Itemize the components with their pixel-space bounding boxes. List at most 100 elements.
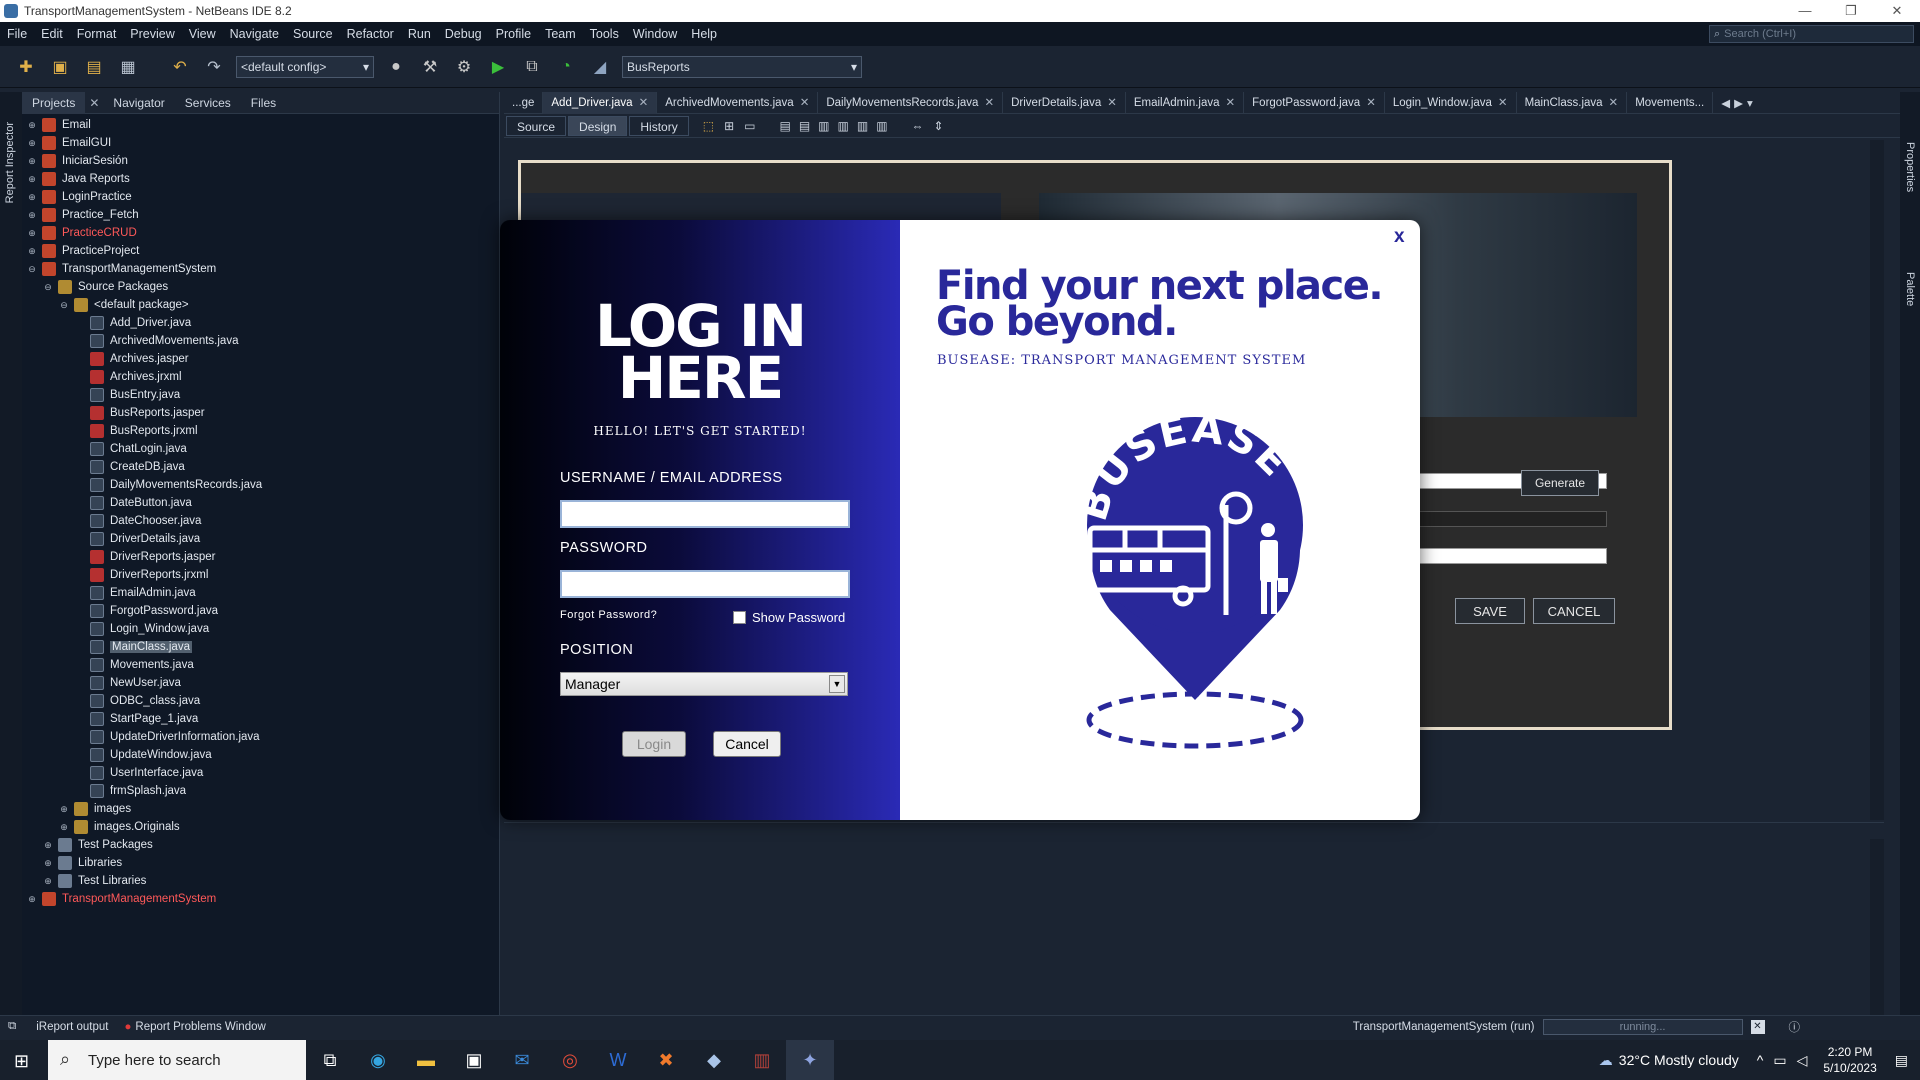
expand-icon[interactable]: ⊕: [42, 857, 54, 869]
tree-node[interactable]: ⊕ images: [22, 800, 499, 818]
preview-icon[interactable]: ▭: [744, 119, 755, 133]
tab-services[interactable]: Services: [175, 96, 241, 110]
redo-icon[interactable]: ↷: [202, 55, 226, 79]
winrar-icon[interactable]: ▥: [738, 1040, 786, 1080]
resize-vertical-icon[interactable]: ⇕: [934, 119, 944, 133]
align-bottom-icon[interactable]: ▥: [857, 119, 868, 133]
menu-run[interactable]: Run: [401, 27, 438, 41]
tree-node[interactable]: UserInterface.java: [22, 764, 499, 782]
open-project-icon[interactable]: ▤: [82, 55, 106, 79]
maximize-button[interactable]: ❐: [1828, 3, 1874, 19]
save-button[interactable]: SAVE: [1455, 598, 1525, 624]
report-inspector-tab[interactable]: Report Inspector: [4, 122, 16, 203]
tree-node[interactable]: Movements.java: [22, 656, 499, 674]
tree-node[interactable]: Archives.jasper: [22, 350, 499, 368]
network-icon[interactable]: ▭: [1773, 1052, 1786, 1069]
close-icon[interactable]: ✕: [1498, 97, 1508, 109]
tree-node[interactable]: ⊖ TransportManagementSystem: [22, 260, 499, 278]
tree-node[interactable]: ⊕ TransportManagementSystem: [22, 890, 499, 908]
run-icon[interactable]: ▶: [486, 55, 510, 79]
menu-file[interactable]: File: [0, 27, 34, 41]
notification-center-icon[interactable]: ▤: [1895, 1052, 1908, 1069]
config-select[interactable]: <default config> ▾: [236, 55, 374, 78]
word-icon[interactable]: W: [594, 1040, 642, 1080]
collapse-icon[interactable]: ⊖: [58, 299, 70, 311]
tree-node[interactable]: ArchivedMovements.java: [22, 332, 499, 350]
align-left-icon[interactable]: ▤: [779, 119, 790, 133]
close-window-button[interactable]: ✕: [1874, 3, 1920, 19]
maximize-panel-icon[interactable]: ⧉: [8, 1020, 16, 1033]
vertical-scrollbar[interactable]: [1870, 140, 1884, 820]
expand-icon[interactable]: ⊕: [26, 209, 38, 221]
selection-mode-icon[interactable]: ⬚: [703, 119, 714, 133]
close-icon[interactable]: ✕: [1107, 97, 1117, 109]
position-select[interactable]: Manager ▼: [560, 672, 848, 696]
menu-help[interactable]: Help: [684, 27, 724, 41]
menu-navigate[interactable]: Navigate: [223, 27, 286, 41]
close-icon[interactable]: ✕: [1226, 97, 1236, 109]
expand-icon[interactable]: ⊕: [26, 245, 38, 257]
tree-node[interactable]: Login_Window.java: [22, 620, 499, 638]
tree-node[interactable]: ⊕ images.Originals: [22, 818, 499, 836]
editor-tab-email-admin[interactable]: EmailAdmin.java ✕: [1126, 91, 1245, 114]
tree-node[interactable]: DriverDetails.java: [22, 530, 499, 548]
cancel-button[interactable]: CANCEL: [1533, 598, 1615, 624]
expand-icon[interactable]: ⊕: [58, 803, 70, 815]
report-icon[interactable]: ◢: [588, 55, 612, 79]
expand-icon[interactable]: ⊕: [26, 173, 38, 185]
tree-node[interactable]: Archives.jrxml: [22, 368, 499, 386]
tree-node[interactable]: DailyMovementsRecords.java: [22, 476, 499, 494]
menu-preview[interactable]: Preview: [123, 27, 181, 41]
tab-list-icon[interactable]: ▾: [1747, 96, 1753, 110]
menu-refactor[interactable]: Refactor: [340, 27, 401, 41]
menu-edit[interactable]: Edit: [34, 27, 70, 41]
password-field[interactable]: [560, 570, 850, 598]
forgot-password-link[interactable]: Forgot Password?: [560, 609, 657, 621]
close-icon[interactable]: ✕: [1609, 97, 1619, 109]
tab-history[interactable]: History: [629, 115, 689, 136]
clean-build-icon[interactable]: ⚙: [452, 55, 476, 79]
close-dialog-button[interactable]: x: [1394, 226, 1405, 248]
vertical-scrollbar[interactable]: [1870, 839, 1884, 1016]
tree-node[interactable]: ⊕ Test Packages: [22, 836, 499, 854]
mail-icon[interactable]: ✉: [498, 1040, 546, 1080]
expand-icon[interactable]: ⊕: [42, 875, 54, 887]
new-project-icon[interactable]: ▣: [48, 55, 72, 79]
menu-view[interactable]: View: [182, 27, 223, 41]
tree-node[interactable]: ChatLogin.java: [22, 440, 499, 458]
tree-node[interactable]: DriverReports.jasper: [22, 548, 499, 566]
editor-tab-archived-movements[interactable]: ArchivedMovements.java ✕: [657, 91, 819, 114]
editor-tab-driver-details[interactable]: DriverDetails.java ✕: [1003, 91, 1126, 114]
minimize-button[interactable]: —: [1782, 3, 1828, 19]
expand-icon[interactable]: ⊕: [58, 821, 70, 833]
windows-start-icon[interactable]: ⊞: [14, 1051, 29, 1072]
center-vertical-icon[interactable]: ▥: [876, 119, 887, 133]
expand-icon[interactable]: ⊕: [26, 227, 38, 239]
tree-node[interactable]: ⊕ PracticeProject: [22, 242, 499, 260]
tree-node[interactable]: BusReports.jrxml: [22, 422, 499, 440]
collapse-icon[interactable]: ⊖: [26, 263, 38, 275]
undo-icon[interactable]: ↶: [168, 55, 192, 79]
tree-node[interactable]: Add_Driver.java: [22, 314, 499, 332]
tree-node[interactable]: ⊕ PracticeCRUD: [22, 224, 499, 242]
menu-team[interactable]: Team: [538, 27, 583, 41]
menu-tools[interactable]: Tools: [583, 27, 626, 41]
show-password-checkbox[interactable]: Show Password: [733, 610, 845, 625]
virtualbox-icon[interactable]: ◆: [690, 1040, 738, 1080]
stop-process-icon[interactable]: ✕: [1750, 1019, 1765, 1034]
editor-tab-login-window[interactable]: Login_Window.java ✕: [1385, 91, 1517, 114]
tree-node[interactable]: MainClass.java: [22, 638, 499, 656]
tree-node[interactable]: ⊖ <default package>: [22, 296, 499, 314]
profile-icon[interactable]: ◔: [554, 55, 578, 79]
editor-tab-add-driver[interactable]: Add_Driver.java ✕: [543, 91, 658, 114]
volume-icon[interactable]: ◁: [1797, 1052, 1808, 1069]
tree-node[interactable]: ⊕ IniciarSesión: [22, 152, 499, 170]
chevron-up-icon[interactable]: ^: [1757, 1052, 1764, 1068]
tree-node[interactable]: StartPage_1.java: [22, 710, 499, 728]
tree-node[interactable]: ForgotPassword.java: [22, 602, 499, 620]
tab-design[interactable]: Design: [568, 115, 628, 136]
chrome-icon[interactable]: ◎: [546, 1040, 594, 1080]
editor-tab-main-class[interactable]: MainClass.java ✕: [1517, 91, 1628, 114]
username-field[interactable]: [560, 500, 850, 528]
close-icon[interactable]: ✕: [639, 97, 649, 109]
